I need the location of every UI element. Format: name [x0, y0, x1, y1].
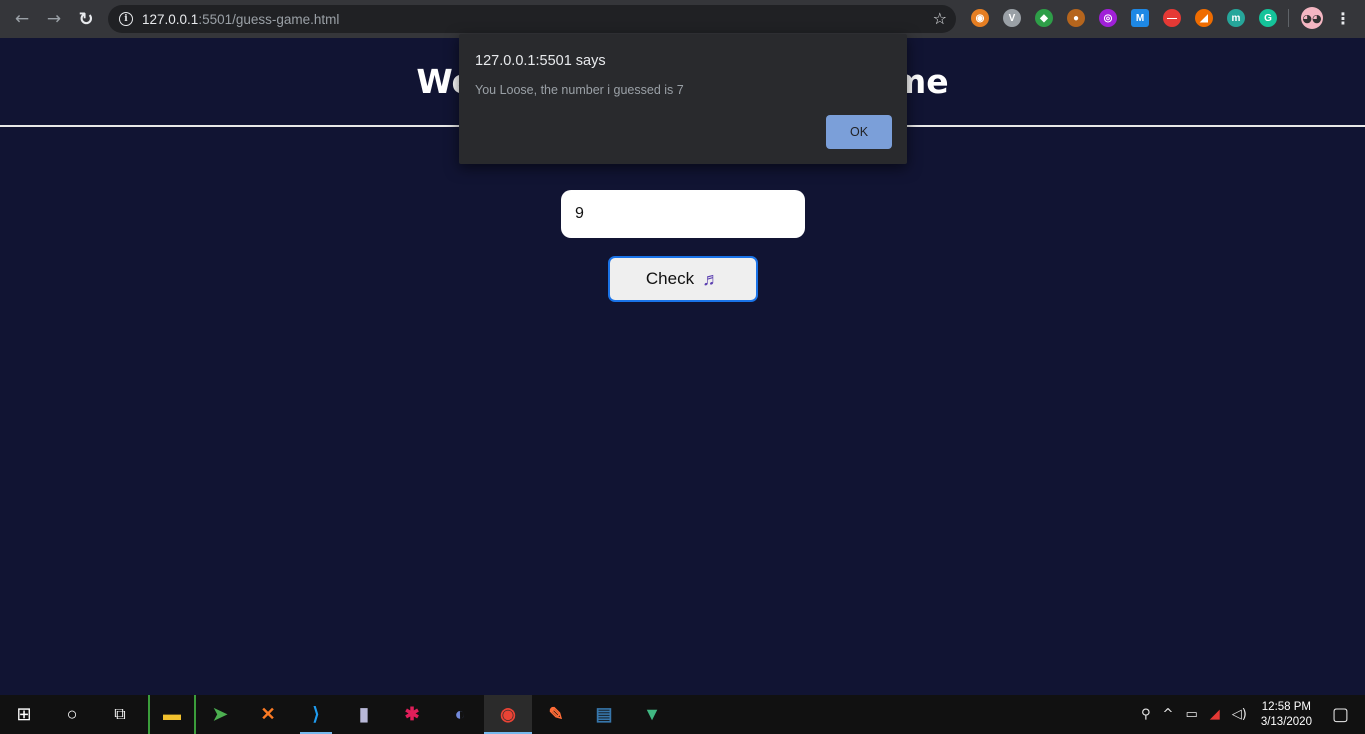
back-icon[interactable]: ←	[6, 5, 38, 33]
guess-input[interactable]	[561, 190, 805, 238]
chrome-taskbar-button[interactable]: ◉	[484, 695, 532, 734]
windows-taskbar: ⊞ ○ ⧉ ▬ ➤ ✕ ⟩ ▮ ✱ ◐ ◉ ✎ ▤ ▼ ⚲ ^ ▭ ◢ ◁) 12:58 PM 3/…	[0, 695, 1365, 734]
toolbar-separator	[1288, 9, 1289, 27]
grammarly-icon[interactable]: G	[1259, 9, 1277, 27]
notification-icon[interactable]: ▢	[1332, 704, 1349, 725]
discord-taskbar-button[interactable]: ◐	[436, 695, 484, 734]
people-icon[interactable]: ⚲	[1141, 707, 1151, 722]
show-hidden-icons-chevron-icon[interactable]: ^	[1163, 707, 1174, 722]
file-explorer-taskbar-button[interactable]: ▬	[148, 695, 196, 734]
search-button[interactable]: ○	[48, 695, 96, 734]
python-icon: ▤	[595, 704, 613, 724]
url-text[interactable]: 127.0.0.1:5501/guess-game.html	[142, 12, 339, 27]
cookie-extension-icon[interactable]: ●	[1067, 9, 1085, 27]
vscode-icon: ⟩	[312, 704, 320, 724]
windows-icon: ⊞	[16, 704, 32, 724]
chrome-icon: ◉	[500, 704, 516, 724]
search-icon: ○	[66, 704, 78, 724]
vscode-taskbar-button[interactable]: ⟩	[292, 695, 340, 734]
tool-taskbar-button[interactable]: ▮	[340, 695, 388, 734]
start-button[interactable]: ⊞	[0, 695, 48, 734]
vue-icon: ▼	[643, 704, 661, 724]
telegram-taskbar-button[interactable]: ➤	[196, 695, 244, 734]
m-extension-icon[interactable]: M	[1131, 9, 1149, 27]
system-tray: ⚲ ^ ▭ ◢ ◁) 12:58 PM 3/13/2020 ▢	[1135, 695, 1365, 734]
slack-taskbar-button[interactable]: ✱	[388, 695, 436, 734]
purple-extension-icon[interactable]: ◎	[1099, 9, 1117, 27]
discord-icon: ◐	[454, 704, 466, 724]
clock-date: 3/13/2020	[1260, 715, 1312, 728]
postman-taskbar-button[interactable]: ✎	[532, 695, 580, 734]
site-info-icon[interactable]: i	[119, 12, 133, 26]
taskbar-apps: ▬ ➤ ✕ ⟩ ▮ ✱ ◐ ◉ ✎ ▤ ▼	[148, 695, 676, 734]
bookmark-star-icon[interactable]: ☆	[933, 9, 947, 28]
browser-toolbar: ← → ↻ i 127.0.0.1:5501/guess-game.html ☆…	[0, 0, 1365, 38]
bird-extension-icon[interactable]: ◆	[1035, 9, 1053, 27]
music-notes-icon: ♬	[702, 268, 721, 289]
vue-devtools-icon[interactable]: V	[1003, 9, 1021, 27]
profile-avatar-icon[interactable]: ◕◕	[1301, 7, 1323, 29]
telegram-icon: ➤	[212, 704, 228, 724]
task-view-button[interactable]: ⧉	[96, 695, 144, 734]
check-button[interactable]: Check ♬	[608, 256, 758, 302]
flag-extension-icon[interactable]: ◢	[1195, 9, 1213, 27]
alert-dialog: 127.0.0.1:5501 says You Loose, the numbe…	[459, 34, 907, 164]
dialog-message: You Loose, the number i guessed is 7	[475, 83, 684, 97]
slack-icon: ✱	[404, 704, 420, 724]
check-button-label: Check	[645, 269, 695, 288]
clock[interactable]: 12:58 PM 3/13/2020	[1261, 700, 1312, 730]
volume-icon[interactable]: ◁)	[1232, 707, 1247, 722]
xampp-taskbar-button[interactable]: ✕	[244, 695, 292, 734]
python-taskbar-button[interactable]: ▤	[580, 695, 628, 734]
extensions-bar: ◉ V ◆ ● ◎ M — ◢ m G ◕◕ ⋮	[964, 7, 1351, 29]
ok-button[interactable]: OK	[826, 115, 892, 149]
face-extension-icon[interactable]: ◉	[971, 9, 989, 27]
vue-taskbar-button[interactable]: ▼	[628, 695, 676, 734]
forward-icon[interactable]: →	[38, 5, 70, 33]
reload-icon[interactable]: ↻	[70, 5, 102, 33]
dialog-title: 127.0.0.1:5501 says	[475, 53, 606, 69]
tool-icon: ▮	[359, 704, 369, 724]
browser-menu-icon[interactable]: ⋮	[1335, 9, 1351, 28]
blocker-extension-icon[interactable]: —	[1163, 9, 1181, 27]
network-icon[interactable]: ◢	[1210, 707, 1220, 722]
address-bar[interactable]: i 127.0.0.1:5501/guess-game.html ☆	[108, 5, 956, 33]
url-host: 127.0.0.1	[142, 11, 199, 27]
battery-icon[interactable]: ▭	[1185, 707, 1197, 722]
clock-time: 12:58 PM	[1261, 700, 1312, 713]
m-circle-extension-icon[interactable]: m	[1227, 9, 1245, 27]
task-view-icon: ⧉	[114, 705, 126, 723]
url-path: :5501/guess-game.html	[198, 11, 340, 27]
xampp-icon: ✕	[260, 704, 276, 724]
postman-icon: ✎	[548, 704, 564, 724]
file-explorer-icon: ▬	[163, 704, 181, 724]
